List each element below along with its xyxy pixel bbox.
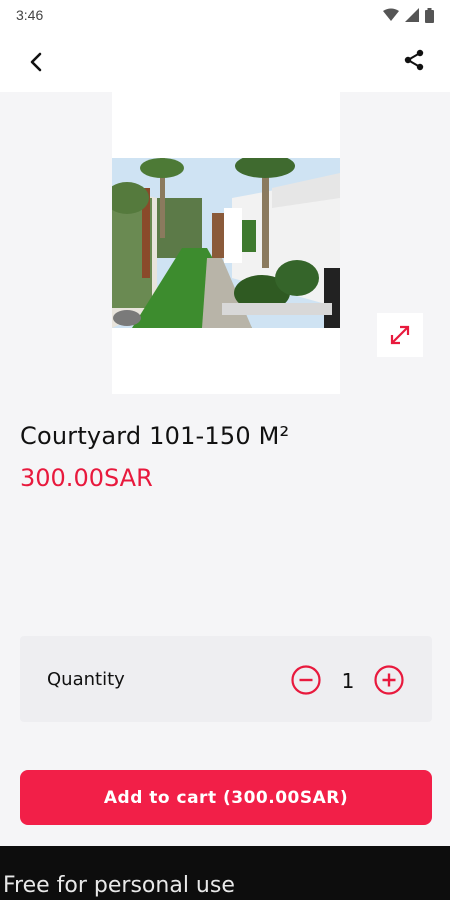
battery-icon: [425, 7, 434, 23]
minus-circle-icon: [291, 665, 321, 695]
product-title: Courtyard 101-150 M²: [20, 422, 290, 450]
increase-quantity-button[interactable]: [373, 664, 405, 696]
product-price: 300.00SAR: [20, 464, 153, 492]
expand-icon: [390, 325, 410, 345]
back-button[interactable]: [20, 46, 52, 78]
status-bar: 3:46: [0, 0, 450, 30]
plus-circle-icon: [374, 665, 404, 695]
share-icon: [404, 49, 424, 71]
watermark-bar: Free for personal use: [0, 846, 450, 900]
wifi-icon: [383, 8, 399, 21]
decrease-quantity-button[interactable]: [290, 664, 322, 696]
status-icons: [383, 7, 434, 23]
add-to-cart-button[interactable]: Add to cart (300.00SAR): [20, 770, 432, 825]
quantity-selector: Quantity 1: [20, 636, 432, 722]
share-button[interactable]: [398, 44, 430, 76]
product-image-card[interactable]: [112, 92, 340, 394]
status-time: 3:46: [16, 7, 44, 23]
app-bar: [0, 30, 450, 92]
expand-image-button[interactable]: [377, 313, 423, 357]
quantity-value: 1: [341, 669, 355, 693]
signal-icon: [405, 8, 419, 22]
quantity-label: Quantity: [47, 669, 125, 690]
courtyard-photo: [112, 158, 340, 328]
back-arrow-icon: [30, 52, 42, 72]
watermark-text: Free for personal use: [3, 873, 235, 898]
